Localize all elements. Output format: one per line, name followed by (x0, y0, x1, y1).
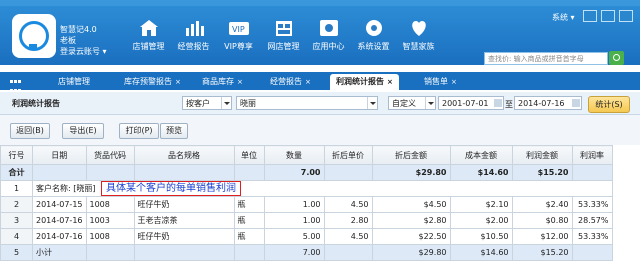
bar-chart-icon (183, 18, 205, 38)
date-from-input[interactable]: 2001-07-01 (438, 96, 504, 110)
gear-icon (363, 18, 385, 38)
close-icon[interactable]: × (237, 78, 243, 86)
close-icon[interactable]: × (451, 78, 457, 86)
table-row[interactable]: 2 2014-07-15 1008 旺仔牛奶 瓶 1.00 4.50 $4.50… (0, 196, 613, 213)
skin-button[interactable] (583, 10, 597, 22)
product-search-input[interactable]: 查找价: 输入商品或拼音首字母 (484, 52, 608, 65)
column-header[interactable]: 数量 (263, 145, 325, 165)
close-icon[interactable]: × (305, 78, 311, 86)
back-button[interactable]: 返回(B) (10, 123, 50, 139)
total-row[interactable]: 合计 7.00 $29.80 $14.60 $15.20 (0, 164, 613, 181)
calendar-icon[interactable] (494, 99, 502, 107)
column-header[interactable]: 利润金额 (511, 145, 573, 165)
tab-business-report[interactable]: 经营报告 × (264, 74, 317, 90)
action-toolbar: 返回(B) 导出(E) 打印(P) 预览 (0, 115, 640, 145)
page-title: 利润统计报告 (12, 99, 60, 108)
user-name: 老板 (60, 36, 76, 45)
system-menu[interactable]: 系统 ▾ (552, 12, 575, 23)
column-header[interactable]: 折后单价 (323, 145, 373, 165)
nav-vip[interactable]: VIP VIP尊享 (216, 18, 261, 52)
chevron-down-icon (221, 97, 231, 109)
minimize-button[interactable] (601, 10, 615, 22)
filter-bar: 利润统计报告 按客户 晓丽 自定义 2001-07-01 至 2014-07-1… (0, 92, 640, 115)
annotation-callout: 具体某个客户的每单销售利润 (101, 181, 242, 196)
chevron-down-icon (425, 97, 435, 109)
total-qty: 7.00 (263, 164, 325, 181)
customer-name-label: 客户名称: [晓丽] (36, 184, 96, 193)
column-header[interactable]: 货品代码 (85, 145, 135, 165)
lightbulb-icon (19, 21, 49, 51)
column-header[interactable]: 品名规格 (133, 145, 235, 165)
close-icon[interactable]: × (175, 78, 181, 86)
window-controls (583, 10, 633, 22)
nav-business-report[interactable]: 经营报告 (171, 18, 216, 52)
nav-app-center[interactable]: 应用中心 (306, 18, 351, 52)
total-amount: $29.80 (371, 164, 451, 181)
search-icon[interactable] (609, 51, 624, 65)
tab-store-management[interactable]: 店铺管理 (52, 74, 96, 90)
app-title: 智慧记4.0 (60, 25, 97, 34)
export-button[interactable]: 导出(E) (62, 123, 104, 139)
tab-stock-alert[interactable]: 库存预警报告 × (118, 74, 187, 90)
total-cost: $14.60 (449, 164, 513, 181)
nav-store-management[interactable]: 店铺管理 (126, 18, 171, 52)
column-header[interactable]: 利润率 (571, 145, 613, 165)
brand-block: 智慧记4.0 老板 登录云账号 ▾ (60, 24, 107, 57)
nav-system-settings[interactable]: 系统设置 (351, 18, 396, 52)
tab-sales-order[interactable]: 销售单 × (418, 74, 463, 90)
table-row[interactable]: 3 2014-07-16 1003 王老吉凉茶 瓶 1.00 2.80 $2.8… (0, 212, 613, 229)
app-logo (12, 14, 56, 58)
column-header[interactable]: 成本金额 (449, 145, 513, 165)
column-header[interactable]: 日期 (32, 145, 87, 165)
menu-strip (0, 0, 640, 6)
print-button[interactable]: 打印(P) (119, 123, 159, 139)
customer-select[interactable]: 晓丽 (236, 96, 378, 110)
tab-profit-report[interactable]: 利润统计报告 × (330, 74, 399, 90)
customer-group-row[interactable]: 1 客户名称: [晓丽] 具体某个客户的每单销售利润 (0, 180, 613, 197)
tab-product-stock[interactable]: 商品库存 × (196, 74, 249, 90)
date-range-separator: 至 (505, 100, 513, 109)
total-profit: $15.20 (511, 164, 573, 181)
shop-icon (273, 18, 295, 38)
maximize-button[interactable] (619, 10, 633, 22)
column-header[interactable]: 行号 (0, 145, 33, 165)
main-nav: 店铺管理 经营报告 VIP VIP尊享 网店管理 应用中心 系统设置 智慧家族 (126, 18, 441, 52)
group-by-select[interactable]: 按客户 (182, 96, 232, 110)
vip-icon: VIP (228, 18, 250, 38)
top-header: 智慧记4.0 老板 登录云账号 ▾ 店铺管理 经营报告 VIP VIP尊享 网店… (0, 0, 640, 65)
table-row[interactable]: 4 2014-07-16 1008 旺仔牛奶 瓶 5.00 4.50 $22.5… (0, 228, 613, 245)
close-icon[interactable]: × (387, 78, 393, 86)
date-to-input[interactable]: 2014-07-16 (514, 96, 582, 110)
tab-bar: 店铺管理 库存预警报告 × 商品库存 × 经营报告 × 利润统计报告 × 销售单 × (0, 72, 640, 92)
apps-icon (318, 18, 340, 38)
column-header[interactable]: 折后金额 (371, 145, 451, 165)
calendar-icon[interactable] (572, 99, 580, 107)
login-cloud-account-button[interactable]: 登录云账号 ▾ (60, 46, 107, 57)
total-label: 合计 (0, 164, 33, 181)
subtotal-row[interactable]: 5 小计 7.00 $29.80 $14.60 $15.20 (0, 244, 613, 261)
nav-online-shop[interactable]: 网店管理 (261, 18, 306, 52)
chevron-down-icon (367, 97, 377, 109)
nav-family[interactable]: 智慧家族 (396, 18, 441, 52)
column-header[interactable]: 单位 (233, 145, 265, 165)
period-select[interactable]: 自定义 (388, 96, 436, 110)
family-icon (408, 18, 430, 38)
preview-button[interactable]: 预览 (160, 123, 188, 139)
statistics-button[interactable]: 统计(S) (588, 96, 630, 113)
profit-table: 行号 日期 货品代码 品名规格 单位 数量 折后单价 折后金额 成本金额 利润金… (0, 145, 613, 261)
table-header-row: 行号 日期 货品代码 品名规格 单位 数量 折后单价 折后金额 成本金额 利润金… (0, 145, 613, 165)
store-icon (138, 18, 160, 38)
grid-menu-icon[interactable] (10, 77, 22, 92)
svg-text:VIP: VIP (232, 25, 245, 34)
subtotal-label: 小计 (32, 244, 87, 261)
